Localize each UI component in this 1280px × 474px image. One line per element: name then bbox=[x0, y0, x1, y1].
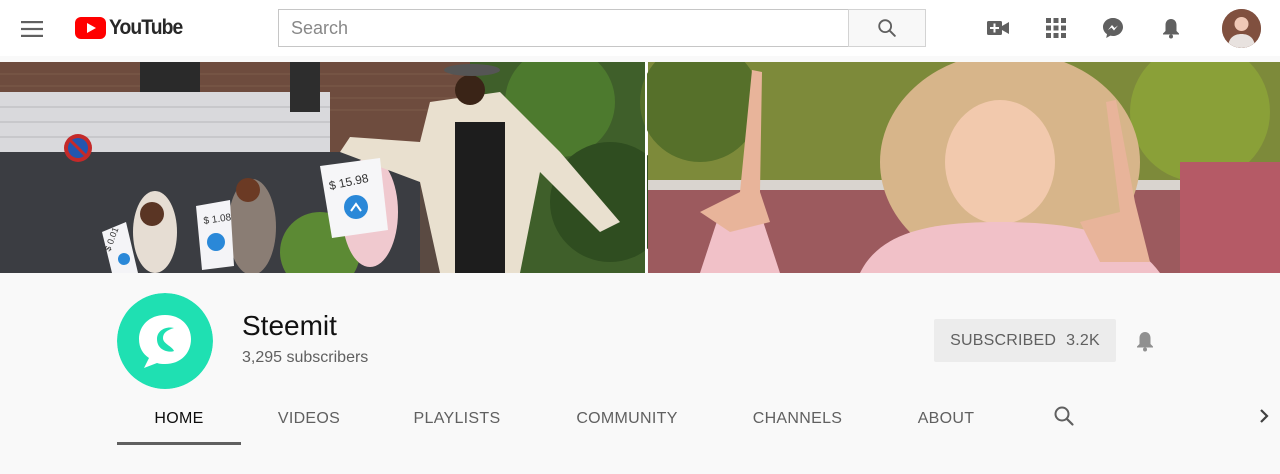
apps-grid-icon[interactable] bbox=[1044, 16, 1068, 40]
messages-icon[interactable] bbox=[1101, 16, 1125, 40]
subscribed-button[interactable]: SUBSCRIBED 3.2K bbox=[934, 319, 1116, 362]
subscribe-label: SUBSCRIBED bbox=[950, 331, 1057, 349]
search-input[interactable] bbox=[278, 9, 848, 47]
search-box bbox=[278, 9, 926, 47]
channel-header: Steemit 3,295 subscribers SUBSCRIBED 3.2… bbox=[0, 273, 1280, 474]
notification-bell-icon[interactable] bbox=[1133, 329, 1157, 353]
youtube-logo[interactable]: YouTube bbox=[75, 16, 189, 39]
youtube-wordmark: YouTube bbox=[109, 16, 183, 39]
banner-image: $ 0.01 $ 1.08 $ 15.98 bbox=[0, 62, 1280, 273]
notifications-bell-icon[interactable] bbox=[1159, 16, 1183, 40]
tab-community[interactable]: COMMUNITY bbox=[564, 393, 690, 445]
channel-search-icon[interactable] bbox=[1052, 404, 1076, 428]
tab-about[interactable]: ABOUT bbox=[900, 393, 992, 445]
channel-banner: $ 0.01 $ 1.08 $ 15.98 bbox=[0, 62, 1280, 273]
create-video-icon[interactable] bbox=[986, 16, 1010, 40]
search-icon bbox=[878, 19, 896, 37]
tab-videos[interactable]: VIDEOS bbox=[256, 393, 362, 445]
tab-channels[interactable]: CHANNELS bbox=[734, 393, 861, 445]
masthead: YouTube bbox=[0, 0, 1280, 56]
subscribe-count: 3.2K bbox=[1066, 331, 1100, 349]
account-avatar[interactable] bbox=[1222, 9, 1261, 48]
channel-name: Steemit bbox=[242, 310, 337, 341]
tab-home[interactable]: HOME bbox=[117, 393, 241, 445]
chevron-right-icon[interactable] bbox=[1254, 406, 1274, 426]
price-sign-3 bbox=[320, 158, 388, 238]
tab-playlists[interactable]: PLAYLISTS bbox=[394, 393, 520, 445]
menu-icon[interactable] bbox=[20, 17, 44, 41]
channel-logo[interactable] bbox=[117, 293, 213, 389]
youtube-play-icon bbox=[75, 17, 106, 39]
avatar-person-icon bbox=[1222, 9, 1261, 48]
subscriber-count: 3,295 subscribers bbox=[242, 349, 369, 366]
price-sign-2 bbox=[196, 200, 234, 270]
search-button[interactable] bbox=[848, 9, 926, 47]
